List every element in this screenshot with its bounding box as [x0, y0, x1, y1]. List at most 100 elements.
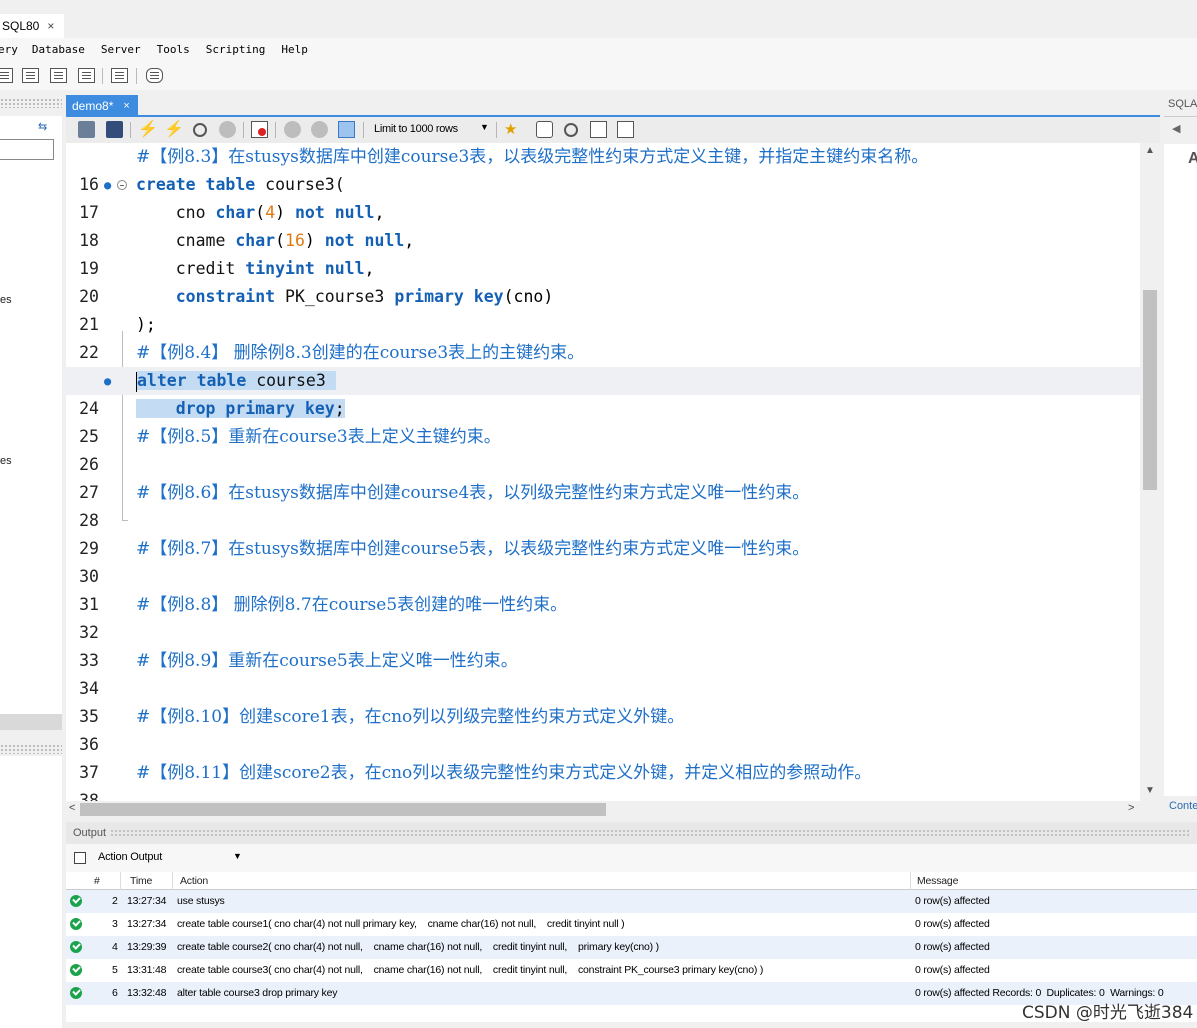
copy-icon[interactable]: [74, 852, 86, 864]
column-divider[interactable]: [910, 872, 911, 890]
back-arrow-icon[interactable]: ◀: [1172, 122, 1180, 135]
code-line[interactable]: 26 #【例8.5】重新在course3表上定义主键约束。: [66, 423, 1140, 474]
code-line[interactable]: 16 #【例8.3】在stusys数据库中创建course3表，以表级完整性约束…: [66, 143, 1140, 194]
scrollbar-thumb[interactable]: [1143, 290, 1157, 490]
code-line[interactable]: 31: [66, 563, 1140, 614]
limit-rows-select[interactable]: Limit to 1000 rows: [374, 123, 458, 135]
menu-bar: ery Database Server Tools Scripting Help: [0, 38, 1197, 60]
column-divider[interactable]: [172, 872, 173, 890]
add-snippet-icon[interactable]: ★: [504, 121, 521, 138]
close-icon[interactable]: ×: [47, 19, 54, 33]
code-line[interactable]: 29: [66, 507, 1140, 558]
output-title: Output: [73, 827, 107, 839]
row-time: 13:27:34: [127, 895, 167, 907]
success-icon: [70, 987, 82, 999]
invisible-chars-icon[interactable]: [590, 121, 607, 138]
code-line[interactable]: 17 ● create table course3(: [66, 171, 1140, 222]
column-divider[interactable]: [120, 872, 121, 890]
code-line[interactable]: 34 #【例8.9】重新在course5表上定义唯一性约束。: [66, 647, 1140, 698]
code-line[interactable]: 30 #【例8.7】在stusys数据库中创建course5表，以表级完整性约束…: [66, 535, 1140, 586]
menu-query[interactable]: ery: [0, 43, 18, 56]
menu-server[interactable]: Server: [101, 43, 141, 56]
table-row[interactable]: 3 13:27:34 create table course1( cno cha…: [66, 913, 1197, 936]
scroll-up-icon[interactable]: ▲: [1145, 145, 1155, 156]
chevron-down-icon[interactable]: ▼: [480, 122, 489, 132]
toolbar-separator: [496, 122, 497, 138]
code-line[interactable]: 27: [66, 451, 1140, 502]
create-function-icon[interactable]: [78, 68, 95, 83]
code-line[interactable]: 38 #【例8.11】创建score2表，在cno列以表级完整性约束方式定义外键…: [66, 759, 1140, 801]
help-content: [1164, 144, 1197, 796]
refresh-icon[interactable]: ⇆: [38, 120, 47, 133]
editor-toolbar: ⚡ ⚡ Limit to 1000 rows ▼ ★: [66, 117, 1160, 143]
word-wrap-icon[interactable]: [617, 121, 634, 138]
editor-horizontal-scrollbar[interactable]: < >: [66, 801, 1140, 818]
reconnect-icon[interactable]: [146, 68, 163, 83]
table-row[interactable]: 5 13:31:48 create table course3( cno cha…: [66, 959, 1197, 982]
schema-filter-input[interactable]: [0, 139, 54, 160]
menu-help[interactable]: Help: [281, 43, 308, 56]
column-time[interactable]: Time: [130, 875, 152, 887]
explain-icon[interactable]: [193, 123, 207, 137]
code-line[interactable]: 28 #【例8.6】在stusys数据库中创建course4表，以列级完整性约束…: [66, 479, 1140, 530]
code-line[interactable]: 36 #【例8.10】创建score1表，在cno列以列级完整性约束方式定义外键…: [66, 703, 1140, 754]
statement-marker-icon: ●: [104, 374, 112, 388]
code-line[interactable]: 25 drop primary key;: [66, 395, 1140, 446]
editor-vertical-scrollbar[interactable]: ▲ ▼: [1140, 143, 1160, 801]
code-line[interactable]: 22 );: [66, 311, 1140, 362]
tab-demo8[interactable]: demo8* ×: [66, 95, 138, 116]
menu-scripting[interactable]: Scripting: [206, 43, 266, 56]
column-message[interactable]: Message: [917, 875, 958, 887]
code-line-current[interactable]: 24 ● alter table course3: [66, 367, 1140, 418]
scroll-right-icon[interactable]: >: [1128, 802, 1134, 814]
code-line[interactable]: 21 constraint PK_course3 primary key(cno…: [66, 283, 1140, 334]
chevron-down-icon[interactable]: ▼: [233, 851, 242, 861]
execute-current-icon[interactable]: ⚡: [164, 121, 184, 138]
output-toolbar: Action Output ▼: [66, 844, 1197, 872]
table-icon[interactable]: [0, 68, 13, 83]
stop-icon[interactable]: [219, 121, 236, 138]
scroll-left-icon[interactable]: <: [69, 802, 75, 814]
inspector-icon[interactable]: [111, 68, 128, 83]
open-file-icon[interactable]: [78, 121, 95, 138]
create-schema-icon[interactable]: [22, 68, 39, 83]
code-line[interactable]: 19 cname char(16) not null,: [66, 227, 1140, 278]
code-line[interactable]: 37: [66, 731, 1140, 782]
scroll-down-icon[interactable]: ▼: [1145, 785, 1155, 796]
create-table-icon[interactable]: [50, 68, 67, 83]
table-row[interactable]: 4 13:29:39 create table course2( cno cha…: [66, 936, 1197, 959]
code-line[interactable]: 35: [66, 675, 1140, 726]
schema-tree[interactable]: [0, 116, 62, 716]
rollback-icon[interactable]: [311, 121, 328, 138]
scrollbar-thumb[interactable]: [80, 803, 606, 816]
code-line[interactable]: 20 credit tinyint null,: [66, 255, 1140, 306]
find-icon[interactable]: [564, 123, 578, 137]
fold-toggle-icon[interactable]: [117, 180, 127, 190]
table-row[interactable]: 2 13:27:34 use stusys 0 row(s) affected: [66, 890, 1197, 913]
autocommit-icon[interactable]: [338, 121, 355, 138]
close-icon[interactable]: ×: [123, 100, 129, 112]
splitter-handle[interactable]: [110, 829, 1190, 837]
code-line[interactable]: 32 #【例8.8】 删除例8.7在course5表创建的唯一性约束。: [66, 591, 1140, 642]
code-line[interactable]: 23 #【例8.4】 删除例8.3创建的在course3表上的主键约束。: [66, 339, 1140, 390]
success-icon: [70, 964, 82, 976]
code-line[interactable]: 33: [66, 619, 1140, 670]
menu-tools[interactable]: Tools: [157, 43, 190, 56]
code-line[interactable]: 39: [66, 787, 1140, 801]
column-number[interactable]: #: [94, 875, 100, 887]
output-type-select[interactable]: Action Output: [98, 851, 162, 863]
tab-context-help[interactable]: Conte: [1169, 800, 1197, 812]
toggle-continue-on-error-icon[interactable]: [251, 121, 268, 138]
sql-editor[interactable]: 16 #【例8.3】在stusys数据库中创建course3表，以表级完整性约束…: [66, 143, 1160, 801]
code-line[interactable]: 18 cno char(4) not null,: [66, 199, 1140, 250]
execute-icon[interactable]: ⚡: [138, 121, 158, 138]
toolbar-separator: [363, 122, 364, 138]
sidebar-tabs[interactable]: [0, 714, 62, 730]
beautify-icon[interactable]: [536, 121, 553, 138]
column-action[interactable]: Action: [180, 875, 208, 887]
commit-icon[interactable]: [284, 121, 301, 138]
connection-tab[interactable]: SQL80 ×: [0, 14, 64, 38]
menu-database[interactable]: Database: [32, 43, 85, 56]
save-icon[interactable]: [106, 121, 123, 138]
row-message: 0 row(s) affected: [915, 895, 990, 907]
